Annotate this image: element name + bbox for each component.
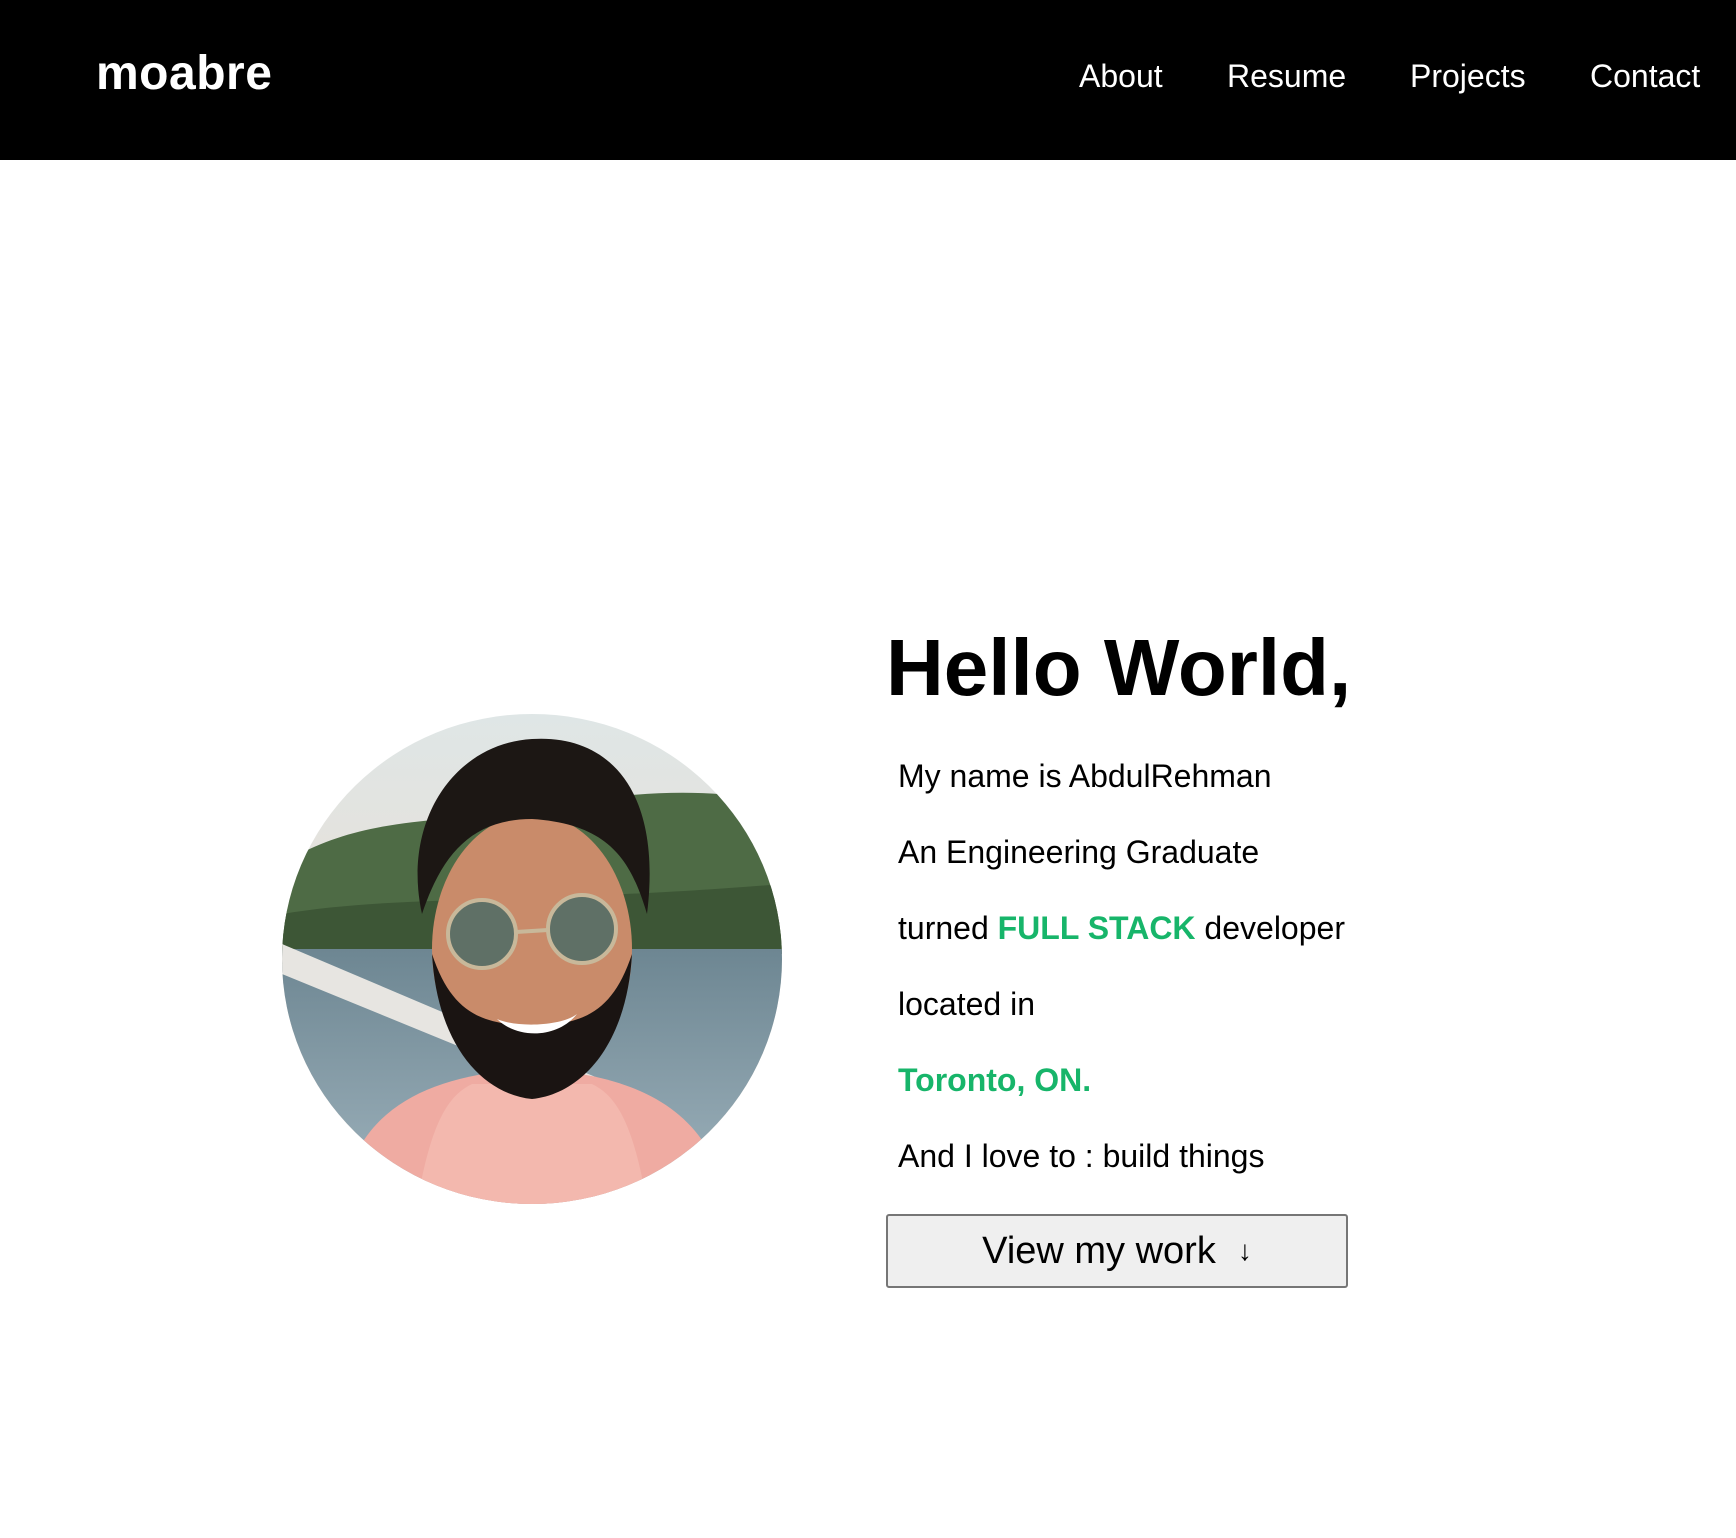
nav-resume[interactable]: Resume xyxy=(1227,60,1346,92)
brand-logo[interactable]: moabre xyxy=(96,50,272,98)
role-highlight: FULL STACK xyxy=(997,910,1196,946)
name-line: My name is AbdulRehman xyxy=(898,758,1272,794)
greeting-heading: Hello World, xyxy=(886,623,1352,712)
view-my-work-label: View my work xyxy=(982,1229,1216,1272)
nav-about[interactable]: About xyxy=(1079,60,1163,92)
profile-photo xyxy=(282,714,782,1204)
nav-contact[interactable]: Contact xyxy=(1590,60,1700,92)
arrow-down-icon: ↓ xyxy=(1237,1235,1252,1266)
degree-line: An Engineering Graduate xyxy=(898,834,1260,870)
location-prefix: located in xyxy=(898,986,1035,1022)
role-prefix: turned xyxy=(898,910,989,946)
top-navbar: moabre About Resume Projects Contact xyxy=(0,0,1736,160)
nav-projects[interactable]: Projects xyxy=(1410,60,1526,92)
view-my-work-button[interactable]: View my work ↓ xyxy=(886,1214,1348,1288)
role-line: turned FULL STACK developer xyxy=(898,912,1345,944)
location-text: Toronto, ON. xyxy=(898,1062,1092,1098)
love-line: And I love to : build things xyxy=(898,1138,1265,1174)
role-suffix: developer xyxy=(1204,910,1345,946)
